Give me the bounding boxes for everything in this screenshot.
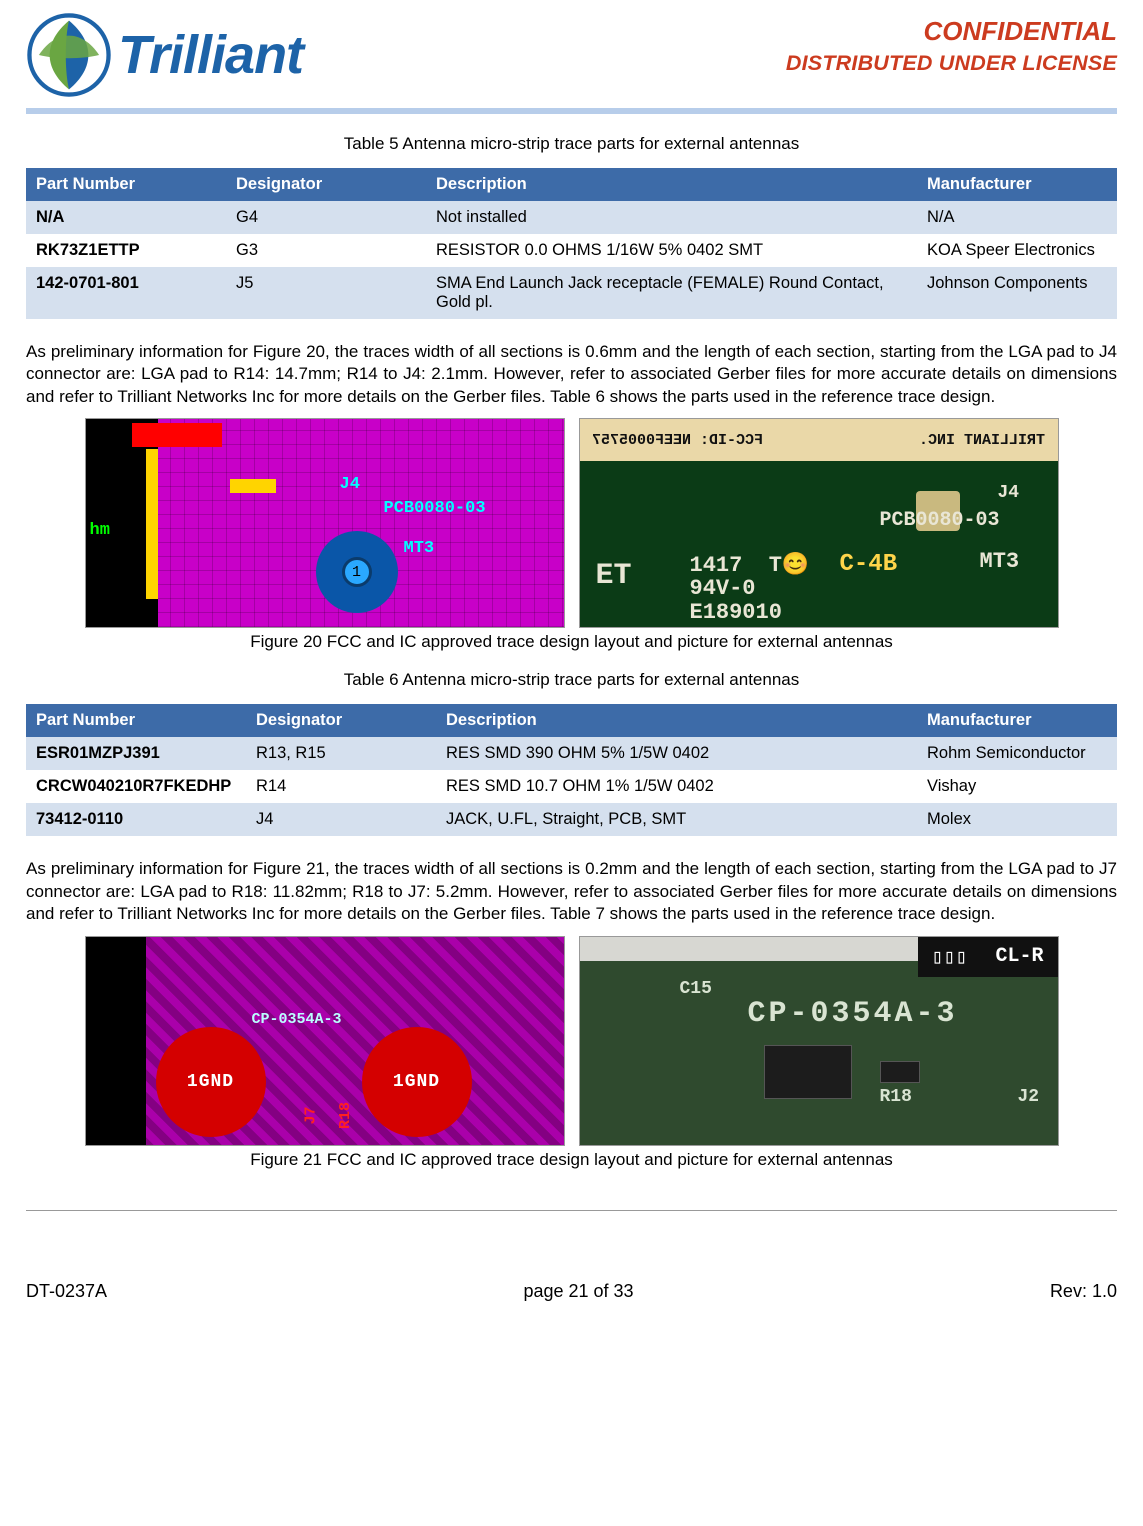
figure20-caption: Figure 20 FCC and IC approved trace desi… (26, 632, 1117, 652)
cell-des: R13, R15 (246, 737, 436, 770)
brand-logo: Trilliant (26, 12, 303, 98)
cell-des: J4 (246, 803, 436, 836)
cell-pn: 73412-0110 (26, 803, 246, 836)
label-r18: R18 (337, 1102, 354, 1129)
revision: Rev: 1.0 (1050, 1281, 1117, 1302)
silk-ul: 1417 T😊94V-0 E189010 (690, 554, 810, 623)
table5-caption: Table 5 Antenna micro-strip trace parts … (26, 134, 1117, 154)
table-row: RK73Z1ETTP G3 RESISTOR 0.0 OHMS 1/16W 5%… (26, 234, 1117, 267)
col-part-number: Part Number (26, 704, 246, 737)
confidential-label: CONFIDENTIAL (786, 16, 1117, 47)
silk-et: ET (596, 559, 632, 593)
label-j4: J4 (340, 475, 360, 494)
gnd-pad-icon: 1GND (362, 1027, 472, 1137)
label-cp: CP-0354A-3 (252, 1011, 342, 1028)
paragraph-fig21: As preliminary information for Figure 21… (26, 858, 1117, 925)
cell-pn: CRCW040210R7FKEDHP (26, 770, 246, 803)
sticker-brand: TRILLIANT INC. (919, 432, 1045, 449)
silk-cp: CP-0354A-3 (748, 997, 958, 1031)
col-manufacturer: Manufacturer (917, 168, 1117, 201)
confidentiality-block: CONFIDENTIAL DISTRIBUTED UNDER LICENSE (786, 12, 1117, 76)
figure21-caption: Figure 21 FCC and IC approved trace desi… (26, 1150, 1117, 1170)
paragraph-fig20: As preliminary information for Figure 20… (26, 341, 1117, 408)
figure20-row: 1 hm J4 PCB0080-03 MT3 FCC-ID: NEEF00057… (26, 418, 1117, 628)
col-description: Description (426, 168, 917, 201)
cell-desc: JACK, U.FL, Straight, PCB, SMT (436, 803, 917, 836)
page-footer: DT-0237A page 21 of 33 Rev: 1.0 (26, 1281, 1117, 1302)
figure21-row: 1GND 1GND CP-0354A-3 J7 R18 ▯▯▯CL-R CP-0… (26, 936, 1117, 1146)
cell-des: G3 (226, 234, 426, 267)
label-pcb: PCB0080-03 (384, 499, 486, 518)
silk-c4b: C-4B (840, 551, 898, 578)
cell-mfr: Rohm Semiconductor (917, 737, 1117, 770)
figure20-photo: FCC-ID: NEEF0005757 TRILLIANT INC. J4 PC… (579, 418, 1059, 628)
cell-mfr: Vishay (917, 770, 1117, 803)
silk-j2: J2 (1018, 1087, 1040, 1107)
footer-divider (26, 1210, 1117, 1211)
table-row: N/A G4 Not installed N/A (26, 201, 1117, 234)
table-header-row: Part Number Designator Description Manuf… (26, 168, 1117, 201)
label-mt3: MT3 (404, 539, 435, 558)
cell-pn: RK73Z1ETTP (26, 234, 226, 267)
cell-desc: RES SMD 10.7 OHM 1% 1/5W 0402 (436, 770, 917, 803)
label-j7: J7 (302, 1106, 319, 1124)
table-row: 142-0701-801 J5 SMA End Launch Jack rece… (26, 267, 1117, 319)
cell-pn: 142-0701-801 (26, 267, 226, 319)
sticker-fccid: FCC-ID: NEEF0005757 (592, 432, 763, 449)
table-row: CRCW040210R7FKEDHP R14 RES SMD 10.7 OHM … (26, 770, 1117, 803)
cell-pn: N/A (26, 201, 226, 234)
col-designator: Designator (246, 704, 436, 737)
table-header-row: Part Number Designator Description Manuf… (26, 704, 1117, 737)
cell-desc: SMA End Launch Jack receptacle (FEMALE) … (426, 267, 917, 319)
table6-caption: Table 6 Antenna micro-strip trace parts … (26, 670, 1117, 690)
cell-desc: Not installed (426, 201, 917, 234)
figure21-photo: ▯▯▯CL-R CP-0354A-3 R18 J2 C15 (579, 936, 1059, 1146)
logo-mark-icon (26, 12, 112, 98)
col-description: Description (436, 704, 917, 737)
col-designator: Designator (226, 168, 426, 201)
distributed-label: DISTRIBUTED UNDER LICENSE (786, 51, 1117, 76)
figure20-layout: 1 hm J4 PCB0080-03 MT3 (85, 418, 565, 628)
cell-des: R14 (246, 770, 436, 803)
label-hm: hm (90, 521, 110, 540)
table5: Part Number Designator Description Manuf… (26, 168, 1117, 319)
col-manufacturer: Manufacturer (917, 704, 1117, 737)
cell-mfr: Molex (917, 803, 1117, 836)
gnd-pad-icon: 1GND (156, 1027, 266, 1137)
table-row: ESR01MZPJ391 R13, R15 RES SMD 390 OHM 5%… (26, 737, 1117, 770)
brand-name: Trilliant (118, 24, 303, 86)
figure21-layout: 1GND 1GND CP-0354A-3 J7 R18 (85, 936, 565, 1146)
cell-des: J5 (226, 267, 426, 319)
silk-c15: C15 (680, 979, 712, 999)
pad-number: 1 (342, 557, 372, 587)
table-row: 73412-0110 J4 JACK, U.FL, Straight, PCB,… (26, 803, 1117, 836)
silk-mt3: MT3 (980, 549, 1020, 574)
page-header: Trilliant CONFIDENTIAL DISTRIBUTED UNDER… (26, 12, 1117, 98)
silk-j4: J4 (998, 483, 1020, 503)
doc-id: DT-0237A (26, 1281, 107, 1302)
cell-mfr: KOA Speer Electronics (917, 234, 1117, 267)
cell-des: G4 (226, 201, 426, 234)
cell-mfr: N/A (917, 201, 1117, 234)
header-divider (26, 108, 1117, 114)
table6: Part Number Designator Description Manuf… (26, 704, 1117, 836)
cell-pn: ESR01MZPJ391 (26, 737, 246, 770)
silk-r18: R18 (880, 1087, 912, 1107)
cell-desc: RESISTOR 0.0 OHMS 1/16W 5% 0402 SMT (426, 234, 917, 267)
silk-pcb: PCB0080-03 (880, 509, 1000, 532)
cell-desc: RES SMD 390 OHM 5% 1/5W 0402 (436, 737, 917, 770)
cell-mfr: Johnson Components (917, 267, 1117, 319)
col-part-number: Part Number (26, 168, 226, 201)
page-number: page 21 of 33 (523, 1281, 633, 1302)
